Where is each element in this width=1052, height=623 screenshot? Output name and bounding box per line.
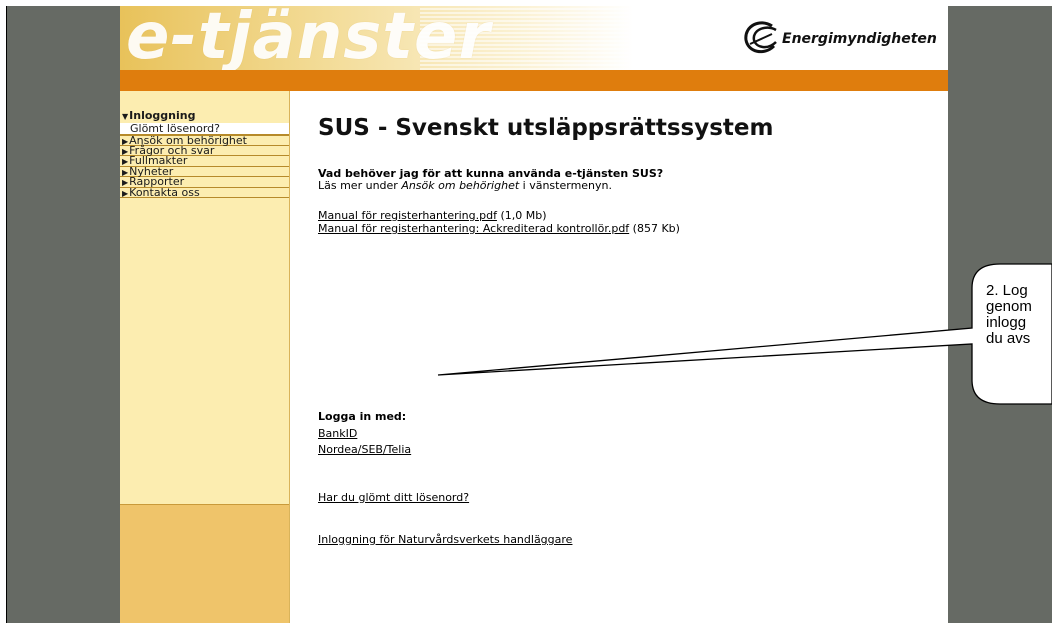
triangle-right-icon: ▶	[122, 178, 129, 187]
file-size: (1,0 Mb)	[500, 209, 547, 222]
left-margin	[6, 6, 120, 623]
callout-line: 2. Log	[986, 283, 1028, 299]
triangle-right-icon: ▶	[122, 188, 129, 198]
energimyndigheten-logo-icon	[744, 21, 777, 54]
file-size: (857 Kb)	[632, 222, 680, 235]
callout-line: genom	[986, 298, 1032, 315]
logo-text: Energimyndigheten	[782, 31, 937, 47]
bankid-login-link[interactable]: BankID	[318, 427, 357, 440]
orange-bar	[120, 70, 948, 91]
admin-login-link[interactable]: Inloggning för Naturvårdsverkets handläg…	[318, 533, 572, 546]
triangle-down-icon: ▼	[122, 112, 129, 121]
sidebar-item-label: Inloggning	[129, 109, 196, 122]
page-title: SUS - Svenskt utsläppsrättssystem	[318, 115, 774, 141]
answer-prefix: Läs mer under	[318, 179, 402, 192]
header-banner: e-tjänster Energimyndigheten	[120, 6, 948, 70]
document-row: Manual för registerhantering.pdf (1,0 Mb…	[318, 209, 547, 222]
callout-line: du avs	[986, 330, 1031, 347]
login-heading: Logga in med:	[318, 410, 407, 423]
triangle-right-icon: ▶	[122, 137, 129, 146]
sidebar-footer-panel	[120, 504, 289, 623]
answer-suffix: i vänstermenyn.	[519, 179, 613, 192]
nordea-seb-telia-login-link[interactable]: Nordea/SEB/Telia	[318, 443, 411, 456]
callout-line: inlogg	[986, 314, 1027, 331]
document-row: Manual för registerhantering: Ackrediter…	[318, 222, 680, 235]
energimyndigheten-logo[interactable]: Energimyndigheten	[742, 20, 942, 56]
triangle-right-icon: ▶	[122, 146, 129, 156]
triangle-right-icon: ▶	[122, 157, 129, 166]
callout-text: 2. Log genom inlogg du avs	[986, 283, 1052, 347]
question-answer: Läs mer under Ansök om behörighet i väns…	[318, 179, 612, 192]
sidebar-item-label: Kontakta oss	[129, 185, 200, 199]
manual-kontrollor-pdf-link[interactable]: Manual för registerhantering: Ackrediter…	[318, 222, 629, 235]
sidebar-item-kontakta[interactable]: ▶Kontakta oss	[120, 185, 289, 199]
manual-pdf-link[interactable]: Manual för registerhantering.pdf	[318, 209, 497, 222]
answer-reference: Ansök om behörighet	[401, 179, 520, 192]
triangle-right-icon: ▶	[122, 167, 129, 177]
forgot-password-link[interactable]: Har du glömt ditt lösenord?	[318, 491, 469, 504]
site-container: e-tjänster Energimyndigheten ▼Inloggning…	[120, 6, 948, 623]
sidebar-menu: ▼Inloggning Glömt lösenord? ▶Ansök om be…	[120, 109, 289, 199]
sidebar: ▼Inloggning Glömt lösenord? ▶Ansök om be…	[120, 91, 290, 623]
banner-title: e-tjänster	[126, 6, 491, 70]
